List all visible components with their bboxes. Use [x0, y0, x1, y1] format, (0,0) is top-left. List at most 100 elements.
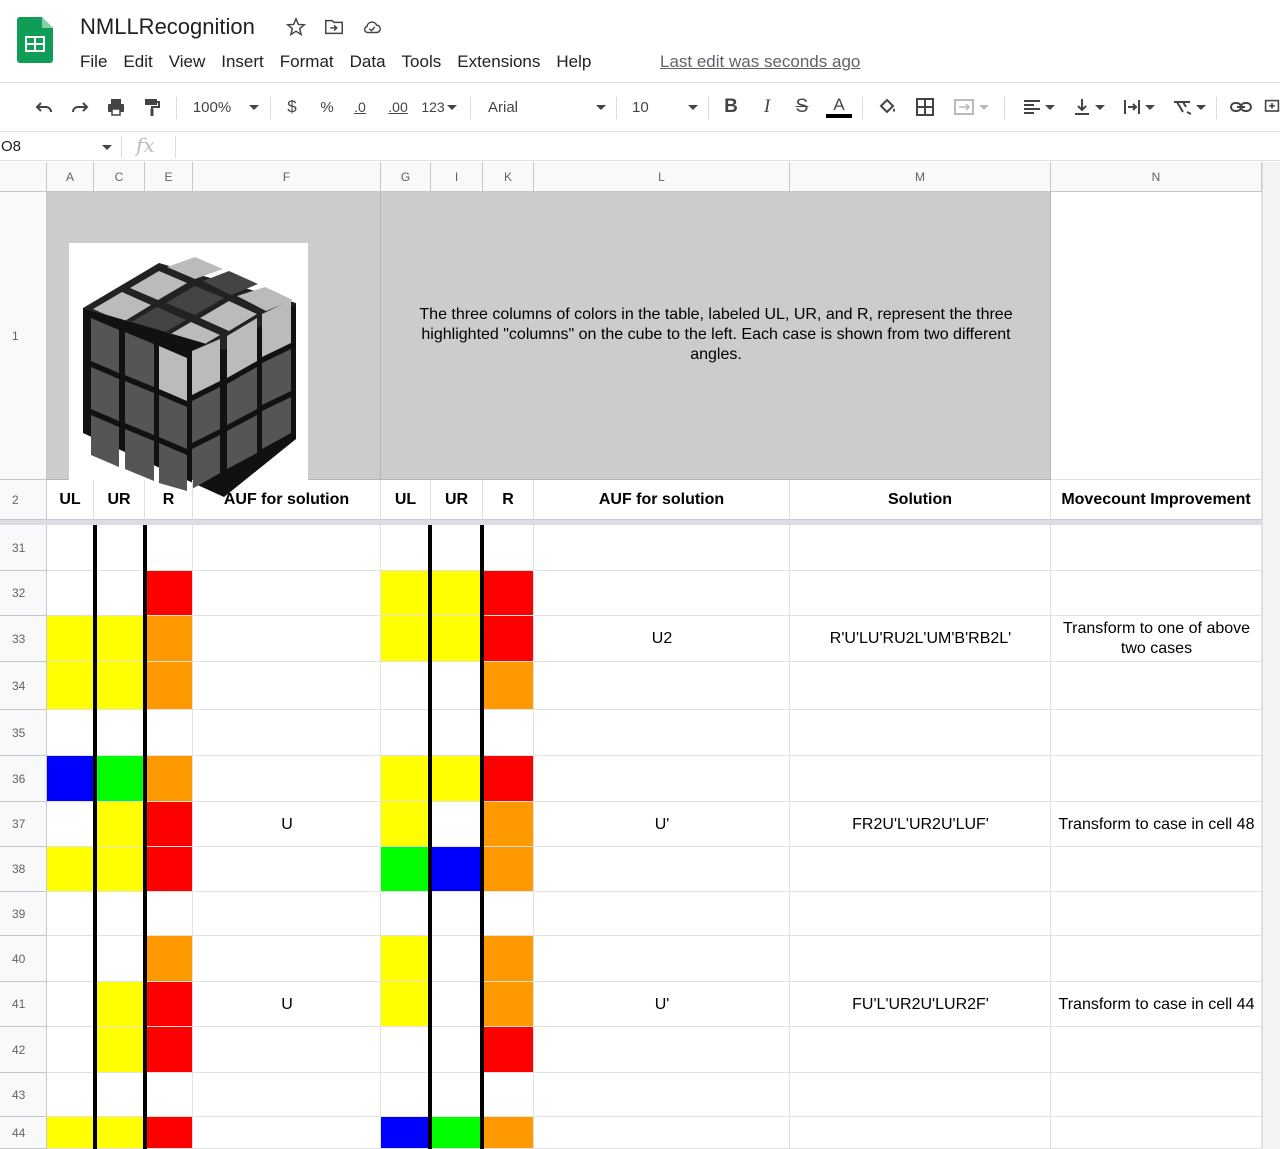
merge-cells-icon[interactable]	[950, 93, 992, 121]
column-header-g[interactable]: G	[381, 162, 431, 192]
color-cell[interactable]	[381, 756, 431, 802]
color-cell[interactable]	[381, 936, 431, 982]
percent-format-button[interactable]: %	[317, 93, 337, 121]
grid-cell[interactable]	[790, 1027, 1051, 1073]
color-cell[interactable]	[431, 571, 483, 616]
row-header[interactable]: 44	[0, 1117, 47, 1149]
color-cell[interactable]	[145, 982, 193, 1027]
color-cell[interactable]	[431, 1073, 483, 1117]
grid-cell[interactable]	[534, 756, 790, 802]
grid-cell[interactable]	[790, 892, 1051, 936]
insert-link-icon[interactable]	[1228, 93, 1254, 121]
grid-cell[interactable]	[534, 847, 790, 892]
grid-cell[interactable]	[534, 1117, 790, 1149]
color-cell[interactable]	[47, 1073, 94, 1117]
column-header-a[interactable]: A	[47, 162, 94, 192]
color-cell[interactable]	[431, 936, 483, 982]
menu-data[interactable]: Data	[342, 52, 394, 72]
vertical-scrollbar[interactable]	[1262, 162, 1280, 1149]
strikethrough-icon[interactable]: S	[791, 93, 813, 121]
menu-view[interactable]: View	[161, 52, 214, 72]
grid-cell[interactable]	[1051, 892, 1262, 936]
color-cell[interactable]	[94, 571, 145, 616]
row-header[interactable]: 2	[0, 480, 47, 520]
menu-format[interactable]: Format	[272, 52, 342, 72]
grid-cell[interactable]	[790, 756, 1051, 802]
color-cell[interactable]	[47, 710, 94, 756]
grid-cell[interactable]	[534, 525, 790, 571]
color-cell[interactable]	[47, 936, 94, 982]
color-cell[interactable]	[483, 936, 534, 982]
grid-cell[interactable]	[1051, 847, 1262, 892]
header-cell[interactable]: UR	[94, 480, 145, 520]
text-wrapping-icon[interactable]	[1118, 93, 1158, 121]
font-size-select[interactable]: 10	[632, 93, 698, 121]
color-cell[interactable]	[145, 710, 193, 756]
font-family-select[interactable]: Arial	[488, 93, 606, 121]
italic-icon[interactable]: I	[756, 93, 778, 121]
grid-cell[interactable]	[790, 936, 1051, 982]
grid-cell[interactable]	[1051, 1117, 1262, 1149]
color-cell[interactable]	[483, 1027, 534, 1073]
row-header[interactable]: 33	[0, 616, 47, 662]
print-icon[interactable]	[104, 93, 128, 121]
undo-icon[interactable]	[32, 93, 56, 121]
color-cell[interactable]	[47, 525, 94, 571]
grid-cell[interactable]	[193, 662, 381, 710]
color-cell[interactable]	[47, 1027, 94, 1073]
header-cell[interactable]: Movecount Improvement	[1051, 480, 1262, 520]
grid-cell[interactable]	[193, 1073, 381, 1117]
color-cell[interactable]	[145, 1073, 193, 1117]
grid-cell[interactable]	[790, 662, 1051, 710]
color-cell[interactable]	[483, 662, 534, 710]
header-cell[interactable]: R	[483, 480, 534, 520]
color-cell[interactable]	[381, 571, 431, 616]
color-cell[interactable]	[47, 847, 94, 892]
grid-cell[interactable]	[790, 710, 1051, 756]
color-cell[interactable]	[431, 1027, 483, 1073]
row-header[interactable]: 41	[0, 982, 47, 1027]
grid-cell[interactable]	[534, 1027, 790, 1073]
row-header[interactable]: 42	[0, 1027, 47, 1073]
formula-input[interactable]	[186, 136, 1256, 158]
row-header[interactable]: 40	[0, 936, 47, 982]
horizontal-align-icon[interactable]	[1018, 93, 1058, 121]
decrease-decimal-button[interactable]: .0	[347, 93, 373, 121]
color-cell[interactable]	[431, 982, 483, 1027]
header-cell[interactable]: AUF for solution	[193, 480, 381, 520]
star-icon[interactable]	[285, 16, 307, 38]
color-cell[interactable]	[47, 662, 94, 710]
grid-cell[interactable]	[1051, 662, 1262, 710]
color-cell[interactable]	[145, 616, 193, 662]
color-cell[interactable]	[47, 756, 94, 802]
color-cell[interactable]	[94, 662, 145, 710]
color-cell[interactable]	[483, 571, 534, 616]
header-cell[interactable]: AUF for solution	[534, 480, 790, 520]
row-header[interactable]: 31	[0, 525, 47, 571]
grid-cell[interactable]	[1051, 756, 1262, 802]
color-cell[interactable]	[431, 892, 483, 936]
color-cell[interactable]	[483, 847, 534, 892]
color-cell[interactable]	[431, 847, 483, 892]
grid-cell[interactable]	[534, 1073, 790, 1117]
color-cell[interactable]	[431, 710, 483, 756]
header-cell[interactable]: R	[145, 480, 193, 520]
row-header[interactable]: 39	[0, 892, 47, 936]
text-color-icon[interactable]: A	[826, 93, 852, 121]
color-cell[interactable]	[145, 1117, 193, 1149]
fill-color-icon[interactable]	[876, 93, 898, 121]
color-cell[interactable]	[431, 616, 483, 662]
grid-cell[interactable]	[790, 571, 1051, 616]
insert-comment-icon[interactable]	[1264, 93, 1280, 121]
color-cell[interactable]	[483, 1073, 534, 1117]
menu-insert[interactable]: Insert	[213, 52, 272, 72]
color-cell[interactable]	[483, 616, 534, 662]
color-cell[interactable]	[431, 525, 483, 571]
color-cell[interactable]	[47, 802, 94, 847]
color-cell[interactable]	[381, 662, 431, 710]
header-cell[interactable]: UR	[431, 480, 483, 520]
color-cell[interactable]	[94, 847, 145, 892]
color-cell[interactable]	[47, 1117, 94, 1149]
color-cell[interactable]	[381, 892, 431, 936]
grid-cell[interactable]	[1051, 525, 1262, 571]
